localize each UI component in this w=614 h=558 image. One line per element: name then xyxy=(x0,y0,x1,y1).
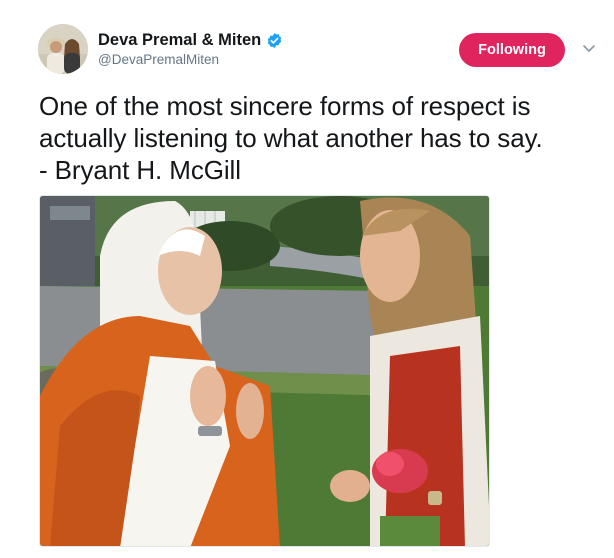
user-name-row: Deva Premal & Miten xyxy=(98,29,283,51)
tweet-text-line: actually listening to what another has t… xyxy=(39,123,543,153)
tweet-text: One of the most sincere forms of respect… xyxy=(39,90,599,186)
photo-image xyxy=(40,196,489,546)
avatar-image xyxy=(38,24,88,74)
tweet-photo[interactable] xyxy=(39,195,490,547)
chevron-down-icon[interactable] xyxy=(581,40,597,56)
avatar[interactable] xyxy=(38,24,88,74)
following-button[interactable]: Following xyxy=(459,33,565,67)
tweet-text-line: - Bryant H. McGill xyxy=(39,155,241,185)
verified-badge-icon xyxy=(268,32,282,48)
tweet-card: Deva Premal & Miten @DevaPremalMiten Fol… xyxy=(0,0,614,558)
user-handle[interactable]: @DevaPremalMiten xyxy=(98,52,219,67)
tweet-text-line: One of the most sincere forms of respect… xyxy=(39,91,531,121)
display-name[interactable]: Deva Premal & Miten xyxy=(98,31,261,50)
